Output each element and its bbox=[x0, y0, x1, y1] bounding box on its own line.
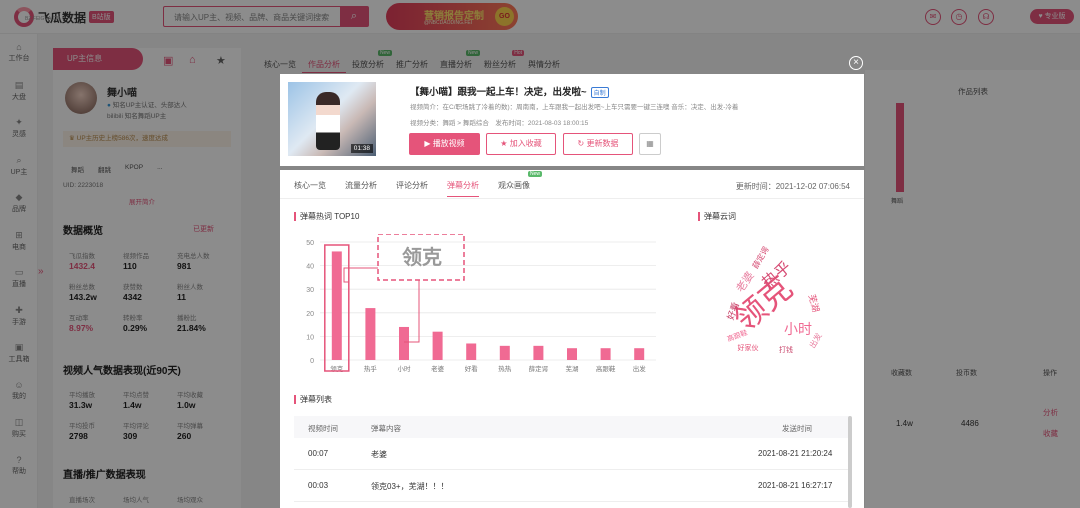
video-title: 【舞小喵】跟我一起上车！决定，出发啦~ 自制 bbox=[410, 84, 609, 98]
x-tick-label: 出发 bbox=[633, 364, 647, 373]
cloud-word: 好家伙 bbox=[738, 343, 759, 352]
x-tick-label: 小时 bbox=[398, 364, 412, 373]
cloud-word: 小时 bbox=[784, 321, 812, 337]
video-duration: 01:38 bbox=[350, 144, 373, 153]
danmaku-content: 老婆 bbox=[371, 450, 387, 459]
list-title: 弹幕列表 bbox=[294, 395, 332, 404]
y-tick-label: 40 bbox=[306, 264, 314, 271]
tab-badge: New bbox=[527, 171, 542, 177]
bar[interactable] bbox=[466, 343, 477, 360]
tab-label: 观众画像 bbox=[498, 181, 530, 190]
scrollbar[interactable] bbox=[848, 416, 852, 508]
bar[interactable] bbox=[634, 348, 645, 360]
column-header: 弹幕内容 bbox=[371, 424, 401, 433]
video-thumbnail[interactable]: 01:38 bbox=[288, 82, 376, 156]
cloud-word: 芜湖 bbox=[807, 293, 822, 313]
x-tick-label: 芜湖 bbox=[566, 364, 580, 373]
send-time: 2021-08-21 21:20:24 bbox=[758, 449, 833, 458]
video-description: 视频简介：在C/职场跳了冷着的数)：周南南，上车跟我一起出发吧~上车只需要一键三… bbox=[410, 104, 739, 111]
x-tick-label: 高跟鞋 bbox=[596, 364, 616, 373]
bar[interactable] bbox=[399, 326, 409, 360]
list-header: 视频时间 弹幕内容 发送时间 bbox=[294, 416, 850, 438]
add-favorite-button[interactable]: ★ 加入收藏 bbox=[486, 133, 556, 155]
danmaku-content: 领克03+，芜湖！！！ bbox=[371, 482, 449, 491]
modal-tab[interactable]: 弹幕分析 bbox=[447, 180, 479, 197]
cloud-title: 弹幕云词 bbox=[698, 212, 736, 221]
tab-label: 评论分析 bbox=[396, 181, 428, 190]
y-tick-label: 30 bbox=[306, 287, 314, 294]
column-header: 视频时间 bbox=[308, 424, 338, 433]
video-time: 00:03 bbox=[308, 481, 329, 490]
refresh-data-button[interactable]: ↻ 更新数据 bbox=[563, 133, 633, 155]
danmaku-top10-chart: 01020304050领克 热乎 小时 老婆 好看 热热 薛定谔 芜湖 高跟鞋 出发领克 bbox=[306, 234, 656, 373]
modal-tab[interactable]: 观众画像 New bbox=[498, 171, 542, 197]
close-icon[interactable]: × bbox=[849, 56, 863, 70]
divider bbox=[280, 198, 864, 199]
modal-tab[interactable]: 评论分析 bbox=[396, 180, 428, 197]
thumbnail-figure bbox=[316, 92, 340, 150]
bar[interactable] bbox=[499, 345, 510, 360]
y-tick-label: 0 bbox=[310, 358, 314, 365]
x-tick-label: 薛定谔 bbox=[529, 364, 549, 373]
qrcode-icon: ▦ bbox=[646, 139, 654, 148]
modal-tab[interactable]: 核心一览 bbox=[294, 180, 326, 197]
video-header: 01:38 【舞小喵】跟我一起上车！决定，出发啦~ 自制 视频简介：在C/职场跳了… bbox=[280, 74, 864, 166]
bar[interactable] bbox=[432, 331, 443, 360]
cloud-word: 高跟鞋 bbox=[726, 328, 749, 344]
column-header: 发送时间 bbox=[782, 424, 812, 433]
word-cloud: 领克热乎小时老婆好看 芜湖薛定谔高跟鞋 出发打钱好家伙 bbox=[724, 245, 823, 354]
star-icon: ★ bbox=[500, 139, 510, 148]
list-item: 00:07 老婆 2021-08-21 21:20:24 bbox=[294, 438, 850, 470]
tab-label: 弹幕分析 bbox=[447, 181, 479, 190]
updated-time: 更新时间：2021-12-02 07:06:54 bbox=[735, 182, 850, 191]
bar[interactable] bbox=[567, 348, 577, 360]
play-icon: ▶ bbox=[424, 139, 433, 148]
play-video-button[interactable]: ▶ 播放视频 bbox=[409, 133, 480, 155]
y-tick-label: 10 bbox=[306, 334, 314, 341]
x-tick-label: 好看 bbox=[465, 364, 479, 373]
video-time: 00:07 bbox=[308, 449, 329, 458]
y-tick-label: 20 bbox=[306, 311, 314, 318]
x-tick-label: 热乎 bbox=[364, 364, 378, 373]
cloud-word: 打钱 bbox=[779, 345, 793, 354]
y-tick-label: 50 bbox=[306, 240, 314, 247]
bar[interactable] bbox=[331, 251, 342, 360]
tab-label: 核心一览 bbox=[294, 181, 326, 190]
chart-title: 弹幕热词 TOP10 bbox=[294, 212, 359, 221]
video-badge: 自制 bbox=[590, 87, 609, 98]
x-tick-label: 老婆 bbox=[431, 364, 445, 373]
x-tick-label: 热热 bbox=[498, 364, 512, 373]
cloud-word: 薛定谔 bbox=[750, 245, 771, 271]
danmaku-modal: 核心一览 流量分析 评论分析 弹幕分析 观众画像 New 更新时间：2021-12-02 … bbox=[280, 170, 864, 508]
modal-tab[interactable]: 流量分析 bbox=[345, 180, 377, 197]
tab-label: 流量分析 bbox=[345, 181, 377, 190]
qrcode-button[interactable]: ▦ bbox=[639, 133, 661, 155]
list-item: 00:03 领克03+，芜湖！！！ 2021-08-21 16:27:17 bbox=[294, 470, 850, 502]
modal-tabs: 核心一览 流量分析 评论分析 弹幕分析 观众画像 New bbox=[294, 171, 549, 197]
bar[interactable] bbox=[365, 308, 376, 360]
bar[interactable] bbox=[600, 348, 611, 360]
bar[interactable] bbox=[533, 345, 544, 360]
send-time: 2021-08-21 16:27:17 bbox=[758, 481, 833, 490]
video-meta: 视频分类：舞蹈 > 舞蹈综合 发布时间：2021-08-03 18:00:15 bbox=[410, 120, 589, 127]
callout-word: 领克 bbox=[402, 245, 442, 269]
